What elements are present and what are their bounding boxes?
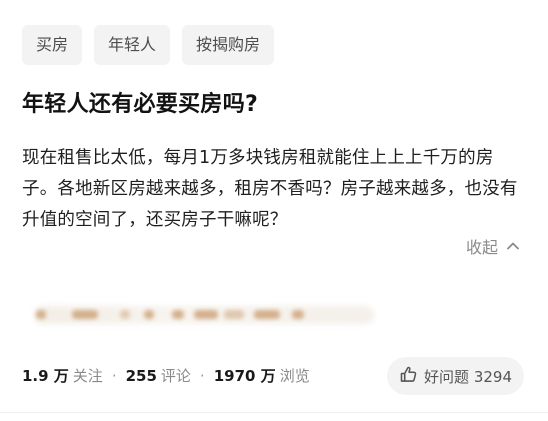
tag-buy-house[interactable]: 买房 [22,25,83,65]
stats-separator: · [111,367,117,385]
collapse-button[interactable]: 收起 [466,235,520,261]
blurred-glyph [120,310,130,319]
stats-separator: · [199,367,205,385]
comments-label[interactable]: 评论 [161,364,191,388]
blurred-glyph [172,310,184,319]
blurred-content [28,292,388,338]
blurred-glyph [144,310,154,319]
blurred-glyph [36,310,46,319]
chevron-up-icon [506,235,520,261]
blurred-glyph [292,310,304,319]
good-question-button[interactable]: 好问题 3294 [387,357,524,395]
views-label: 浏览 [279,367,310,385]
views-count: 1970 万 [213,367,276,385]
blurred-glyph [72,310,98,319]
follows-count: 1.9 万 [22,367,69,385]
collapse-label: 收起 [465,238,498,257]
question-stats: 1.9 万 关注 · 255 评论 · 1970 万 浏览 [22,364,310,388]
comments-count: 255 [125,367,157,385]
question-title: 年轻人还有必要买房吗? [22,92,259,117]
tag-young-people[interactable]: 年轻人 [94,25,171,65]
topic-tags: 买房 年轻人 按揭购房 [22,25,275,65]
thumbs-up-icon [399,365,418,388]
blurred-glyph [194,310,218,319]
blurred-glyph [254,310,280,319]
question-body: 现在租售比太低，每月1万多块钱房租就能住上上上千万的房子。各地新区房越来越多，租… [22,148,518,230]
tag-mortgage[interactable]: 按揭购房 [182,25,275,65]
blurred-glyph [224,310,244,319]
good-question-label: 好问题 3294 [424,367,512,386]
follows-label: 关注 [72,367,103,385]
divider [0,412,548,413]
